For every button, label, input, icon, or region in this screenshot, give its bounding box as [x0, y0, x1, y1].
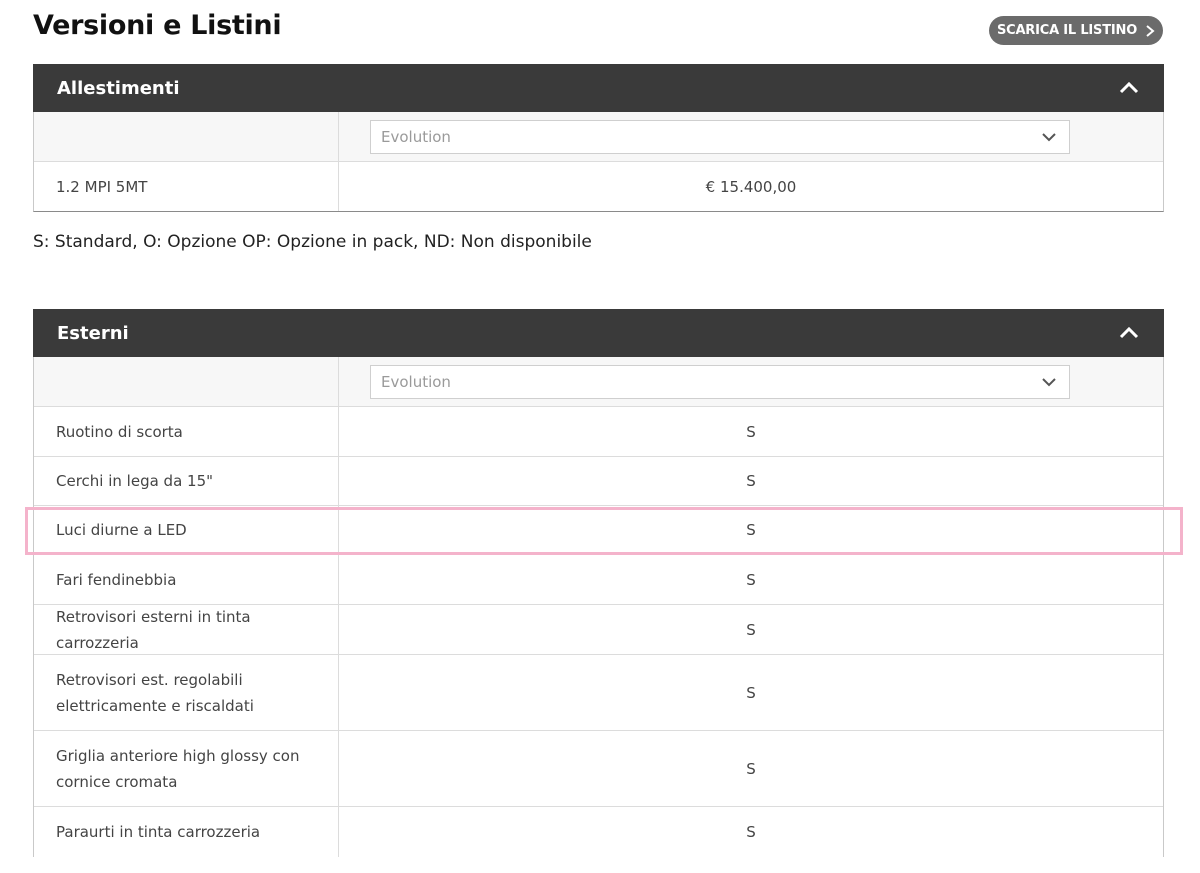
row-label: Griglia anteriore high glossy con cornic…: [34, 731, 339, 806]
allestimenti-table: Evolution 1.2 MPI 5MT € 15.400,00: [33, 112, 1164, 212]
selector-cell: Evolution: [339, 357, 1163, 406]
selector-empty-cell: [34, 357, 339, 406]
page-title: Versioni e Listini: [33, 10, 282, 41]
table-row: Paraurti in tinta carrozzeria S: [34, 807, 1163, 857]
row-label: Fari fendinebbia: [34, 555, 339, 604]
chevron-right-icon: [1146, 24, 1155, 37]
row-value: € 15.400,00: [705, 177, 797, 196]
row-label: Retrovisori est. regolabili elettricamen…: [34, 655, 339, 730]
allestimenti-header[interactable]: Allestimenti: [33, 64, 1164, 112]
esterni-section: Esterni Evolution Ruotino di scorta S Ce…: [33, 309, 1164, 857]
row-value: S: [746, 422, 756, 441]
row-value: S: [746, 759, 756, 778]
table-row: Retrovisori esterni in tinta carrozzeria…: [34, 605, 1163, 655]
version-select[interactable]: Evolution: [370, 119, 1070, 154]
row-value: S: [746, 683, 756, 702]
table-row: Retrovisori est. regolabili elettricamen…: [34, 655, 1163, 731]
esterni-title: Esterni: [57, 322, 129, 344]
allestimenti-section: Allestimenti Evolution 1.2 MPI 5MT € 15.…: [33, 64, 1164, 212]
table-row: Cerchi in lega da 15" S: [34, 457, 1163, 506]
chevron-down-icon: [1042, 377, 1056, 386]
table-row: Fari fendinebbia S: [34, 555, 1163, 605]
download-button-label: SCARICA IL LISTINO: [996, 23, 1138, 38]
version-selector-row: Evolution: [34, 357, 1163, 407]
table-row: Luci diurne a LED S: [34, 506, 1163, 555]
selector-empty-cell: [34, 112, 339, 161]
table-row: Ruotino di scorta S: [34, 407, 1163, 457]
table-row: 1.2 MPI 5MT € 15.400,00: [34, 162, 1163, 211]
version-select-value: Evolution: [381, 372, 451, 391]
esterni-header[interactable]: Esterni: [33, 309, 1164, 357]
row-value: S: [746, 472, 756, 490]
row-label: Retrovisori esterni in tinta carrozzeria: [34, 605, 339, 654]
esterni-table: Evolution Ruotino di scorta S Cerchi in …: [33, 357, 1164, 857]
selector-cell: Evolution: [339, 112, 1163, 161]
chevron-down-icon: [1042, 132, 1056, 141]
legend-text: S: Standard, O: Opzione OP: Opzione in p…: [33, 232, 592, 252]
table-row: Griglia anteriore high glossy con cornic…: [34, 731, 1163, 807]
version-select[interactable]: Evolution: [370, 364, 1070, 399]
row-label: 1.2 MPI 5MT: [34, 162, 339, 211]
version-select-value: Evolution: [381, 127, 451, 146]
version-selector-row: Evolution: [34, 112, 1163, 162]
row-label: Cerchi in lega da 15": [34, 457, 339, 505]
page: Versioni e Listini SCARICA IL LISTINO Al…: [0, 0, 1200, 873]
allestimenti-title: Allestimenti: [57, 77, 180, 99]
download-price-list-button[interactable]: SCARICA IL LISTINO: [989, 16, 1163, 45]
row-value: S: [746, 823, 756, 841]
row-label: Paraurti in tinta carrozzeria: [34, 807, 339, 857]
chevron-up-icon[interactable]: [1118, 81, 1140, 95]
chevron-up-icon[interactable]: [1118, 326, 1140, 340]
row-label: Ruotino di scorta: [34, 407, 339, 456]
row-value: S: [746, 570, 756, 589]
row-value: S: [746, 521, 756, 539]
row-value: S: [746, 620, 756, 639]
row-label: Luci diurne a LED: [34, 506, 339, 554]
